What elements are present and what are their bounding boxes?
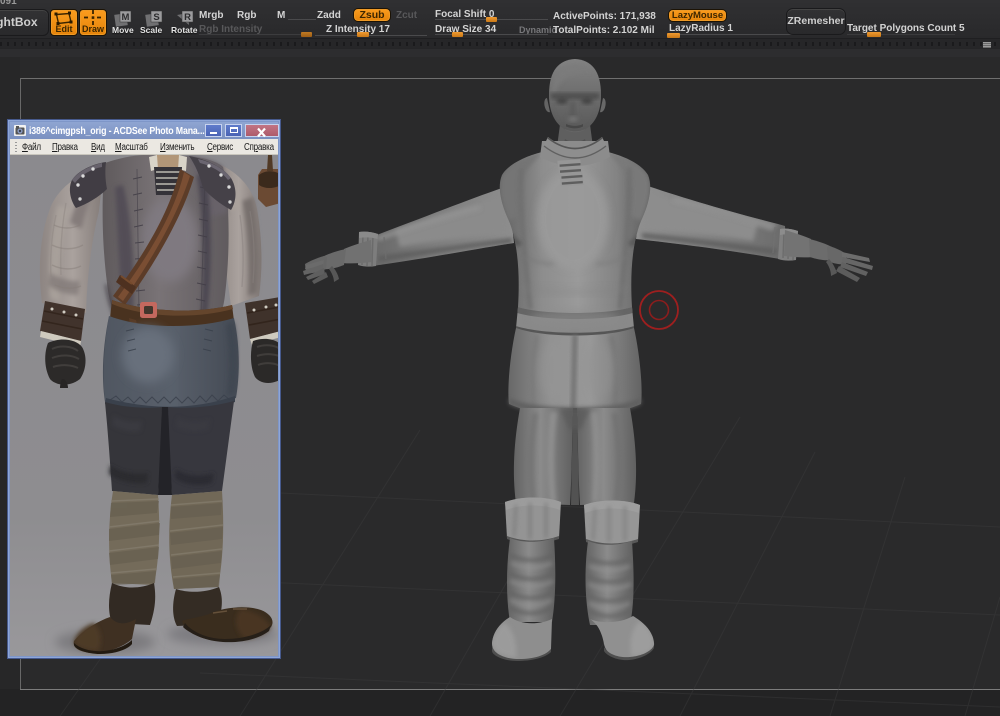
svg-text:S: S — [153, 12, 159, 23]
svg-text:R: R — [184, 12, 191, 23]
svg-text:M: M — [122, 12, 130, 23]
